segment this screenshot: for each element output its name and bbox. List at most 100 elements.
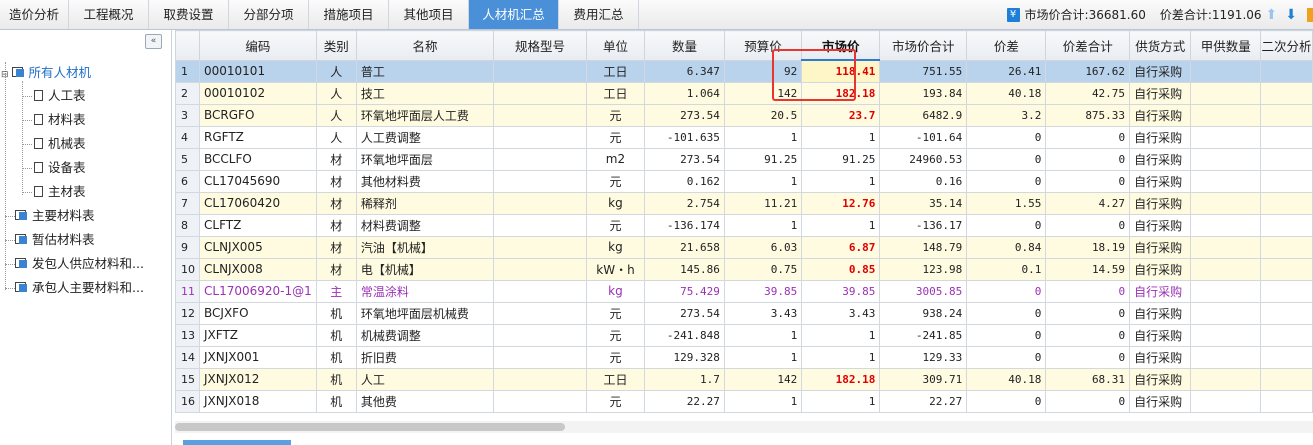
cell-employer-qty[interactable] <box>1190 257 1262 281</box>
cell-price-diff[interactable]: 0 <box>966 213 1047 237</box>
cell-type[interactable]: 材 <box>315 169 357 193</box>
cell-type[interactable]: 机 <box>315 367 357 391</box>
cell-spec[interactable] <box>493 235 587 259</box>
cell-market-total[interactable]: 751.55 <box>879 59 968 83</box>
cell-market-price[interactable]: 1 <box>801 345 881 369</box>
cell-type[interactable]: 材 <box>315 191 357 215</box>
cell-name[interactable]: 环氧地坪面层机械费 <box>355 301 495 325</box>
cell-quantity[interactable]: 22.27 <box>644 389 725 413</box>
col-header-market-total[interactable]: 市场价合计 <box>879 30 968 61</box>
cell-price-diff[interactable]: 0 <box>966 169 1047 193</box>
table-row[interactable]: 10 CLNJX008 材电【机械】 kW・h 145.86 0.75 0.85 123.98… <box>175 257 1313 281</box>
cell-unit[interactable]: 元 <box>585 323 646 347</box>
cell-supply-method[interactable]: 自行采购 <box>1129 103 1192 127</box>
cell-budget-price[interactable]: 1 <box>723 323 803 347</box>
cell-employer-qty[interactable] <box>1190 235 1262 259</box>
cell-supply-method[interactable]: 自行采购 <box>1129 147 1192 171</box>
cell-price-diff[interactable]: 0.84 <box>966 235 1047 259</box>
cell-market-total[interactable]: 22.27 <box>879 389 968 413</box>
cell-diff-total[interactable]: 0 <box>1045 389 1131 413</box>
cell-quantity[interactable]: -136.174 <box>644 213 725 237</box>
tab-cost-analysis[interactable]: 造价分析 <box>0 0 69 29</box>
cell-employer-qty[interactable] <box>1190 125 1262 149</box>
cell-supply-method[interactable]: 自行采购 <box>1129 213 1192 237</box>
cell-diff-total[interactable]: 167.62 <box>1045 59 1131 83</box>
tree-item-equipment[interactable]: 设备表 <box>34 158 86 178</box>
cell-supply-method[interactable]: 自行采购 <box>1129 367 1192 391</box>
cell-unit[interactable]: 工日 <box>585 81 646 105</box>
cell-market-price[interactable]: 1 <box>801 169 881 193</box>
table-row[interactable]: 14 JXNJX001 机折旧费元 129.328 1 1 129.33 0 0 自行采购 <box>175 345 1313 369</box>
cell-secondary-analysis[interactable] <box>1260 213 1313 237</box>
tree-item-estimated-materials[interactable]: 暂估材料表 <box>15 230 95 250</box>
cell-market-total[interactable]: 309.71 <box>879 367 968 391</box>
cell-supply-method[interactable]: 自行采购 <box>1129 279 1192 303</box>
cell-rownum[interactable]: 6 <box>175 169 200 193</box>
cell-name[interactable]: 其他费 <box>355 389 495 413</box>
cell-employer-qty[interactable] <box>1190 213 1262 237</box>
cell-name[interactable]: 技工 <box>355 81 495 105</box>
cell-secondary-analysis[interactable] <box>1260 103 1313 127</box>
col-header-supply-method[interactable]: 供货方式 <box>1129 30 1192 61</box>
cell-unit[interactable]: 元 <box>585 103 646 127</box>
cell-budget-price[interactable]: 20.5 <box>723 103 803 127</box>
cell-budget-price[interactable]: 3.43 <box>723 301 803 325</box>
cell-employer-qty[interactable] <box>1190 191 1262 215</box>
cell-spec[interactable] <box>493 323 587 347</box>
cell-diff-total[interactable]: 0 <box>1045 279 1131 303</box>
cell-market-price[interactable]: 1 <box>801 213 881 237</box>
cell-spec[interactable] <box>493 257 587 281</box>
cell-employer-qty[interactable] <box>1190 59 1262 83</box>
cell-price-diff[interactable]: 1.55 <box>966 191 1047 215</box>
cell-code[interactable]: CLNJX005 <box>199 235 317 259</box>
cell-price-diff[interactable]: 0 <box>966 301 1047 325</box>
cell-budget-price[interactable]: 142 <box>723 367 803 391</box>
cell-price-diff[interactable]: 0 <box>966 389 1047 413</box>
cell-code[interactable]: JXNJX001 <box>199 345 317 369</box>
col-header-spec[interactable]: 规格型号 <box>493 30 587 61</box>
cell-market-total[interactable]: 129.33 <box>879 345 968 369</box>
cell-unit[interactable]: kW・h <box>585 257 646 281</box>
cell-budget-price[interactable]: 1 <box>723 389 803 413</box>
col-header-budget-price[interactable]: 预算价 <box>723 30 803 61</box>
cell-market-price[interactable]: 23.7 <box>801 103 881 127</box>
cell-spec[interactable] <box>493 213 587 237</box>
table-row[interactable]: 6 CL17045690 材其他材料费元 0.162 1 1 0.16 0 0 自行采购 <box>175 169 1313 193</box>
cell-price-diff[interactable]: 40.18 <box>966 367 1047 391</box>
cell-spec[interactable] <box>493 279 587 303</box>
cell-market-price[interactable]: 0.85 <box>801 257 881 281</box>
cell-market-total[interactable]: 6482.9 <box>879 103 968 127</box>
cell-quantity[interactable]: 273.54 <box>644 147 725 171</box>
cell-spec[interactable] <box>493 191 587 215</box>
cell-rownum[interactable]: 2 <box>175 81 200 105</box>
cell-type[interactable]: 材 <box>315 235 357 259</box>
cell-secondary-analysis[interactable] <box>1260 389 1313 413</box>
cell-market-price[interactable]: 39.85 <box>801 279 881 303</box>
cell-quantity[interactable]: 0.162 <box>644 169 725 193</box>
cell-budget-price[interactable]: 1 <box>723 125 803 149</box>
cell-employer-qty[interactable] <box>1190 389 1262 413</box>
cell-diff-total[interactable]: 4.27 <box>1045 191 1131 215</box>
cell-unit[interactable]: kg <box>585 191 646 215</box>
table-row[interactable]: 16 JXNJX018 机其他费元 22.27 1 1 22.27 0 0 自行采购 <box>175 389 1313 413</box>
cell-spec[interactable] <box>493 301 587 325</box>
cell-type[interactable]: 机 <box>315 389 357 413</box>
cell-quantity[interactable]: 1.7 <box>644 367 725 391</box>
cell-supply-method[interactable]: 自行采购 <box>1129 301 1192 325</box>
cell-name[interactable]: 人工 <box>355 367 495 391</box>
cell-diff-total[interactable]: 0 <box>1045 147 1131 171</box>
cell-budget-price[interactable]: 92 <box>723 59 803 83</box>
cell-type[interactable]: 人 <box>315 125 357 149</box>
cell-supply-method[interactable]: 自行采购 <box>1129 323 1192 347</box>
cell-market-price[interactable]: 1 <box>801 323 881 347</box>
cell-rownum[interactable]: 14 <box>175 345 200 369</box>
col-header-name[interactable]: 名称 <box>355 30 495 61</box>
cell-spec[interactable] <box>493 169 587 193</box>
cell-secondary-analysis[interactable] <box>1260 323 1313 347</box>
cell-market-total[interactable]: 0.16 <box>879 169 968 193</box>
cell-market-total[interactable]: 24960.53 <box>879 147 968 171</box>
cell-market-price[interactable]: 118.41 <box>801 59 881 83</box>
cell-quantity[interactable]: 129.328 <box>644 345 725 369</box>
table-row[interactable]: 12 BCJXFO 机环氧地坪面层机械费元 273.54 3.43 3.43 938.24 0… <box>175 301 1313 325</box>
cell-budget-price[interactable]: 1 <box>723 169 803 193</box>
